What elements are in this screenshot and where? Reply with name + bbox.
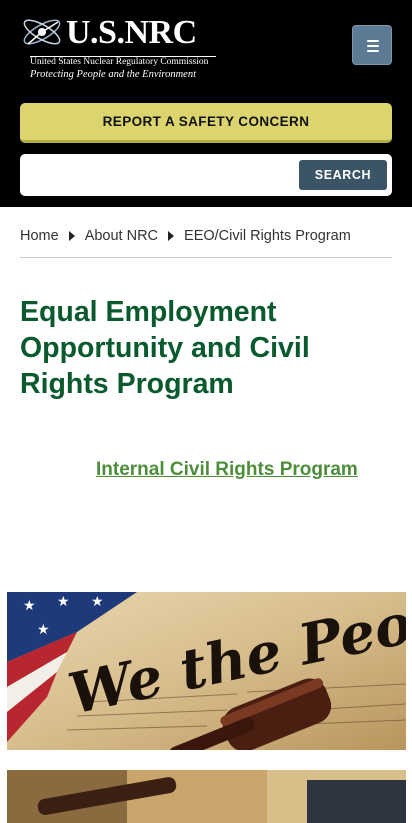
we-the-people-banner: ★ ★ ★ ★ We the People bbox=[7, 592, 406, 750]
logo-agency-name: United States Nuclear Regulatory Commiss… bbox=[30, 57, 209, 67]
breadcrumb-current: EEO/Civil Rights Program bbox=[184, 228, 351, 244]
logo-wordmark: U.S.NRC bbox=[66, 14, 197, 51]
svg-text:★: ★ bbox=[37, 622, 50, 638]
search-input[interactable] bbox=[26, 160, 300, 192]
site-header: U.S.NRC United States Nuclear Regulatory… bbox=[0, 0, 412, 207]
breadcrumb-arrow-icon bbox=[68, 231, 75, 241]
breadcrumb-home[interactable]: Home bbox=[20, 226, 59, 246]
logo-tagline: Protecting People and the Environment bbox=[30, 69, 197, 80]
nrc-logo[interactable]: U.S.NRC United States Nuclear Regulatory… bbox=[18, 10, 218, 85]
page-title: Equal Employment Opportunity and Civil R… bbox=[20, 296, 310, 400]
svg-text:★: ★ bbox=[91, 594, 104, 610]
menu-button[interactable] bbox=[352, 25, 392, 65]
internal-civil-rights-link[interactable]: Internal Civil Rights Program bbox=[96, 459, 358, 481]
svg-text:★: ★ bbox=[23, 598, 36, 614]
svg-text:★: ★ bbox=[57, 594, 70, 610]
breadcrumb: Home About NRC EEO/Civil Rights Program bbox=[20, 226, 392, 258]
report-safety-concern-button[interactable]: REPORT A SAFETY CONCERN bbox=[20, 103, 392, 143]
atom-icon bbox=[23, 19, 61, 45]
search-bar: SEARCH bbox=[20, 154, 392, 196]
breadcrumb-about-nrc[interactable]: About NRC bbox=[85, 226, 158, 246]
gavel-desk-banner bbox=[7, 770, 406, 823]
search-button[interactable]: SEARCH bbox=[299, 160, 387, 190]
breadcrumb-arrow-icon bbox=[168, 231, 175, 241]
